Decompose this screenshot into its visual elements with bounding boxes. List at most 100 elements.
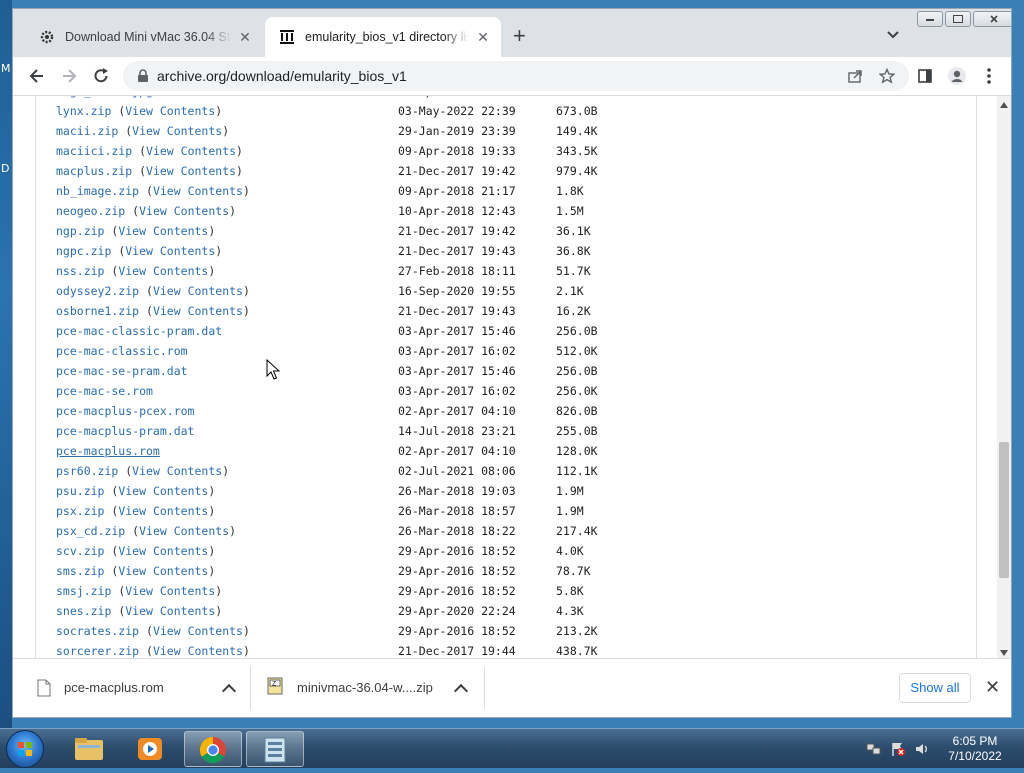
view-contents-link[interactable]: View Contents xyxy=(118,484,208,498)
file-link[interactable]: pce-mac-se.rom xyxy=(56,384,153,398)
file-link[interactable]: nss.zip xyxy=(56,264,104,278)
reload-icon[interactable] xyxy=(91,66,111,86)
file-link[interactable]: psr60.zip xyxy=(56,464,118,478)
bookmark-star-icon[interactable] xyxy=(877,66,897,86)
share-icon[interactable] xyxy=(845,66,865,86)
file-link[interactable]: nb_image.zip xyxy=(56,184,139,198)
file-link[interactable]: ngpc.zip xyxy=(56,244,111,258)
close-window-icon[interactable] xyxy=(973,11,1011,27)
scroll-down-arrow-icon[interactable] xyxy=(1000,650,1008,656)
view-contents-link[interactable]: View Contents xyxy=(132,464,222,478)
volume-icon[interactable] xyxy=(914,741,930,757)
file-entry: pce-macplus-pcex.rom xyxy=(56,404,194,418)
view-contents-link[interactable]: View Contents xyxy=(146,144,236,158)
file-size: 979.4K xyxy=(556,164,598,178)
view-contents-link[interactable]: View Contents xyxy=(125,604,215,618)
kebab-menu-icon[interactable] xyxy=(979,66,999,86)
network-icon[interactable] xyxy=(866,741,882,757)
file-link[interactable]: sms.zip xyxy=(56,564,104,578)
view-contents-link[interactable]: View Contents xyxy=(118,504,208,518)
download-item-zip[interactable]: Z minivmac-36.04-w....zip xyxy=(251,659,485,717)
view-contents-link[interactable]: View Contents xyxy=(125,584,215,598)
new-tab-icon[interactable]: + xyxy=(513,25,526,47)
close-tab-icon[interactable]: ✕ xyxy=(475,29,491,45)
view-contents-link[interactable]: View Contents xyxy=(132,124,222,138)
table-row: socrates.zip (View Contents) 29-Apr-2016 … xyxy=(56,624,956,644)
view-contents-link[interactable]: View Contents xyxy=(118,564,208,578)
show-all-button[interactable]: Show all xyxy=(899,673,971,703)
view-contents-link[interactable]: View Contents xyxy=(118,264,208,278)
desktop-icon-label: D xyxy=(1,162,10,175)
view-contents-link[interactable]: View Contents xyxy=(153,184,243,198)
view-contents-link[interactable]: View Contents xyxy=(118,224,208,238)
view-contents-link[interactable]: View Contents xyxy=(153,624,243,638)
file-entry: macplus.zip (View Contents) xyxy=(56,164,243,178)
forward-arrow-icon[interactable] xyxy=(59,66,79,86)
tab-search-icon[interactable] xyxy=(885,27,901,43)
view-contents-link[interactable]: View Contents xyxy=(139,524,229,538)
back-arrow-icon[interactable] xyxy=(27,66,47,86)
minimize-icon[interactable] xyxy=(917,11,943,27)
file-entry: pce-mac-se-pram.dat xyxy=(56,364,188,378)
file-link[interactable]: ngp.zip xyxy=(56,224,104,238)
file-link[interactable]: macplus.zip xyxy=(56,164,132,178)
start-button-icon[interactable] xyxy=(6,730,44,768)
action-center-flag-icon[interactable] xyxy=(890,741,906,757)
window-controls xyxy=(915,11,1011,29)
view-contents-link[interactable]: View Contents xyxy=(153,304,243,318)
file-link[interactable]: psx_cd.zip xyxy=(56,524,125,538)
view-contents-link[interactable]: View Contents xyxy=(125,104,215,118)
file-link[interactable]: osborne1.zip xyxy=(56,304,139,318)
file-link[interactable]: psx.zip xyxy=(56,504,104,518)
view-contents-link[interactable]: View Contents xyxy=(118,544,208,558)
file-link[interactable]: scv.zip xyxy=(56,544,104,558)
media-player-taskbar-icon[interactable] xyxy=(122,731,180,767)
side-panel-icon[interactable] xyxy=(915,66,935,86)
file-link[interactable]: socrates.zip xyxy=(56,624,139,638)
file-explorer-taskbar-icon[interactable] xyxy=(60,731,118,767)
scroll-up-arrow-icon[interactable] xyxy=(1000,102,1008,108)
tab-emularity-bios[interactable]: emularity_bios_v1 directory listing ✕ xyxy=(265,17,501,57)
file-link[interactable]: neogeo.zip xyxy=(56,204,125,218)
file-link[interactable]: logo_thumb.jpg xyxy=(56,96,153,98)
file-link[interactable]: smsj.zip xyxy=(56,584,111,598)
taskbar-clock[interactable]: 6:05 PM 7/10/2022 xyxy=(940,734,1010,764)
file-link[interactable]: psu.zip xyxy=(56,484,104,498)
file-link[interactable]: lynx.zip xyxy=(56,104,111,118)
file-link[interactable]: macii.zip xyxy=(56,124,118,138)
file-link[interactable]: maciici.zip xyxy=(56,144,132,158)
vertical-scrollbar[interactable] xyxy=(997,96,1011,658)
scrollbar-thumb[interactable] xyxy=(999,442,1009,578)
file-link[interactable]: pce-mac-classic.rom xyxy=(56,344,188,358)
close-tab-icon[interactable]: ✕ xyxy=(237,29,253,45)
chevron-up-icon[interactable] xyxy=(453,683,469,699)
file-link[interactable]: sorcerer.zip xyxy=(56,644,139,658)
file-link[interactable]: pce-mac-classic-pram.dat xyxy=(56,324,222,338)
file-date: 29-Apr-2020 22:24 xyxy=(398,604,516,618)
windows-taskbar: 6:05 PM 7/10/2022 xyxy=(0,728,1024,768)
table-row: ngp.zip (View Contents) 21-Dec-2017 19:42… xyxy=(56,224,956,244)
file-link[interactable]: pce-macplus-pram.dat xyxy=(56,424,194,438)
file-link[interactable]: odyssey2.zip xyxy=(56,284,139,298)
view-contents-link[interactable]: View Contents xyxy=(146,164,236,178)
table-row: pce-mac-classic.rom 03-Apr-2017 16:02 512.… xyxy=(56,344,956,364)
view-contents-link[interactable]: View Contents xyxy=(139,204,229,218)
chrome-taskbar-icon[interactable] xyxy=(184,731,242,767)
chevron-up-icon[interactable] xyxy=(221,683,237,699)
file-link[interactable]: snes.zip xyxy=(56,604,111,618)
lock-icon[interactable] xyxy=(137,69,149,88)
tab-minivmac[interactable]: Download Mini vMac 36.04 Standard ✕ xyxy=(25,17,263,57)
view-contents-link[interactable]: View Contents xyxy=(153,644,243,658)
address-bar[interactable]: archive.org/download/emularity_bios_v1 xyxy=(123,61,909,91)
file-link[interactable]: pce-macplus.rom xyxy=(56,444,160,458)
maximize-icon[interactable] xyxy=(945,11,971,27)
download-item-rom[interactable]: pce-macplus.rom xyxy=(13,659,251,717)
file-size: 2.1K xyxy=(556,284,584,298)
close-shelf-icon[interactable]: ✕ xyxy=(985,677,1000,697)
view-contents-link[interactable]: View Contents xyxy=(125,244,215,258)
archive-app-taskbar-icon[interactable] xyxy=(246,731,304,767)
file-link[interactable]: pce-mac-se-pram.dat xyxy=(56,364,188,378)
file-link[interactable]: pce-macplus-pcex.rom xyxy=(56,404,194,418)
view-contents-link[interactable]: View Contents xyxy=(153,284,243,298)
profile-avatar-icon[interactable] xyxy=(947,66,967,86)
